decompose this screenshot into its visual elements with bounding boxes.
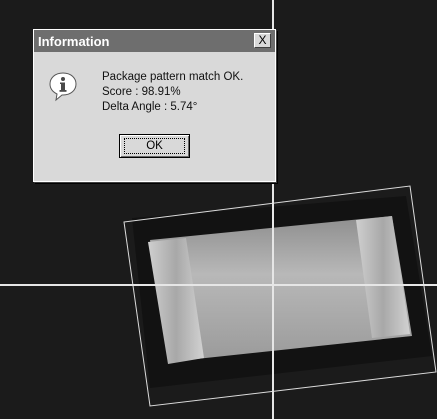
information-icon [49,72,77,102]
dialog-title: Information [38,33,110,49]
crosshair-horizontal [0,284,437,286]
ok-button[interactable]: OK [119,134,190,158]
dialog-message: Package pattern match OK. Score : 98.91%… [102,70,243,115]
message-line: Delta Angle : 5.74° [102,101,198,113]
message-line: Score : 98.91% [102,86,181,98]
ok-button-label: OK [124,138,185,154]
dialog-titlebar[interactable]: Information [34,30,275,52]
information-dialog: Information X Package pattern match OK. … [33,29,276,182]
message-line: Package pattern match OK. [102,71,244,83]
close-button[interactable]: X [254,33,271,48]
